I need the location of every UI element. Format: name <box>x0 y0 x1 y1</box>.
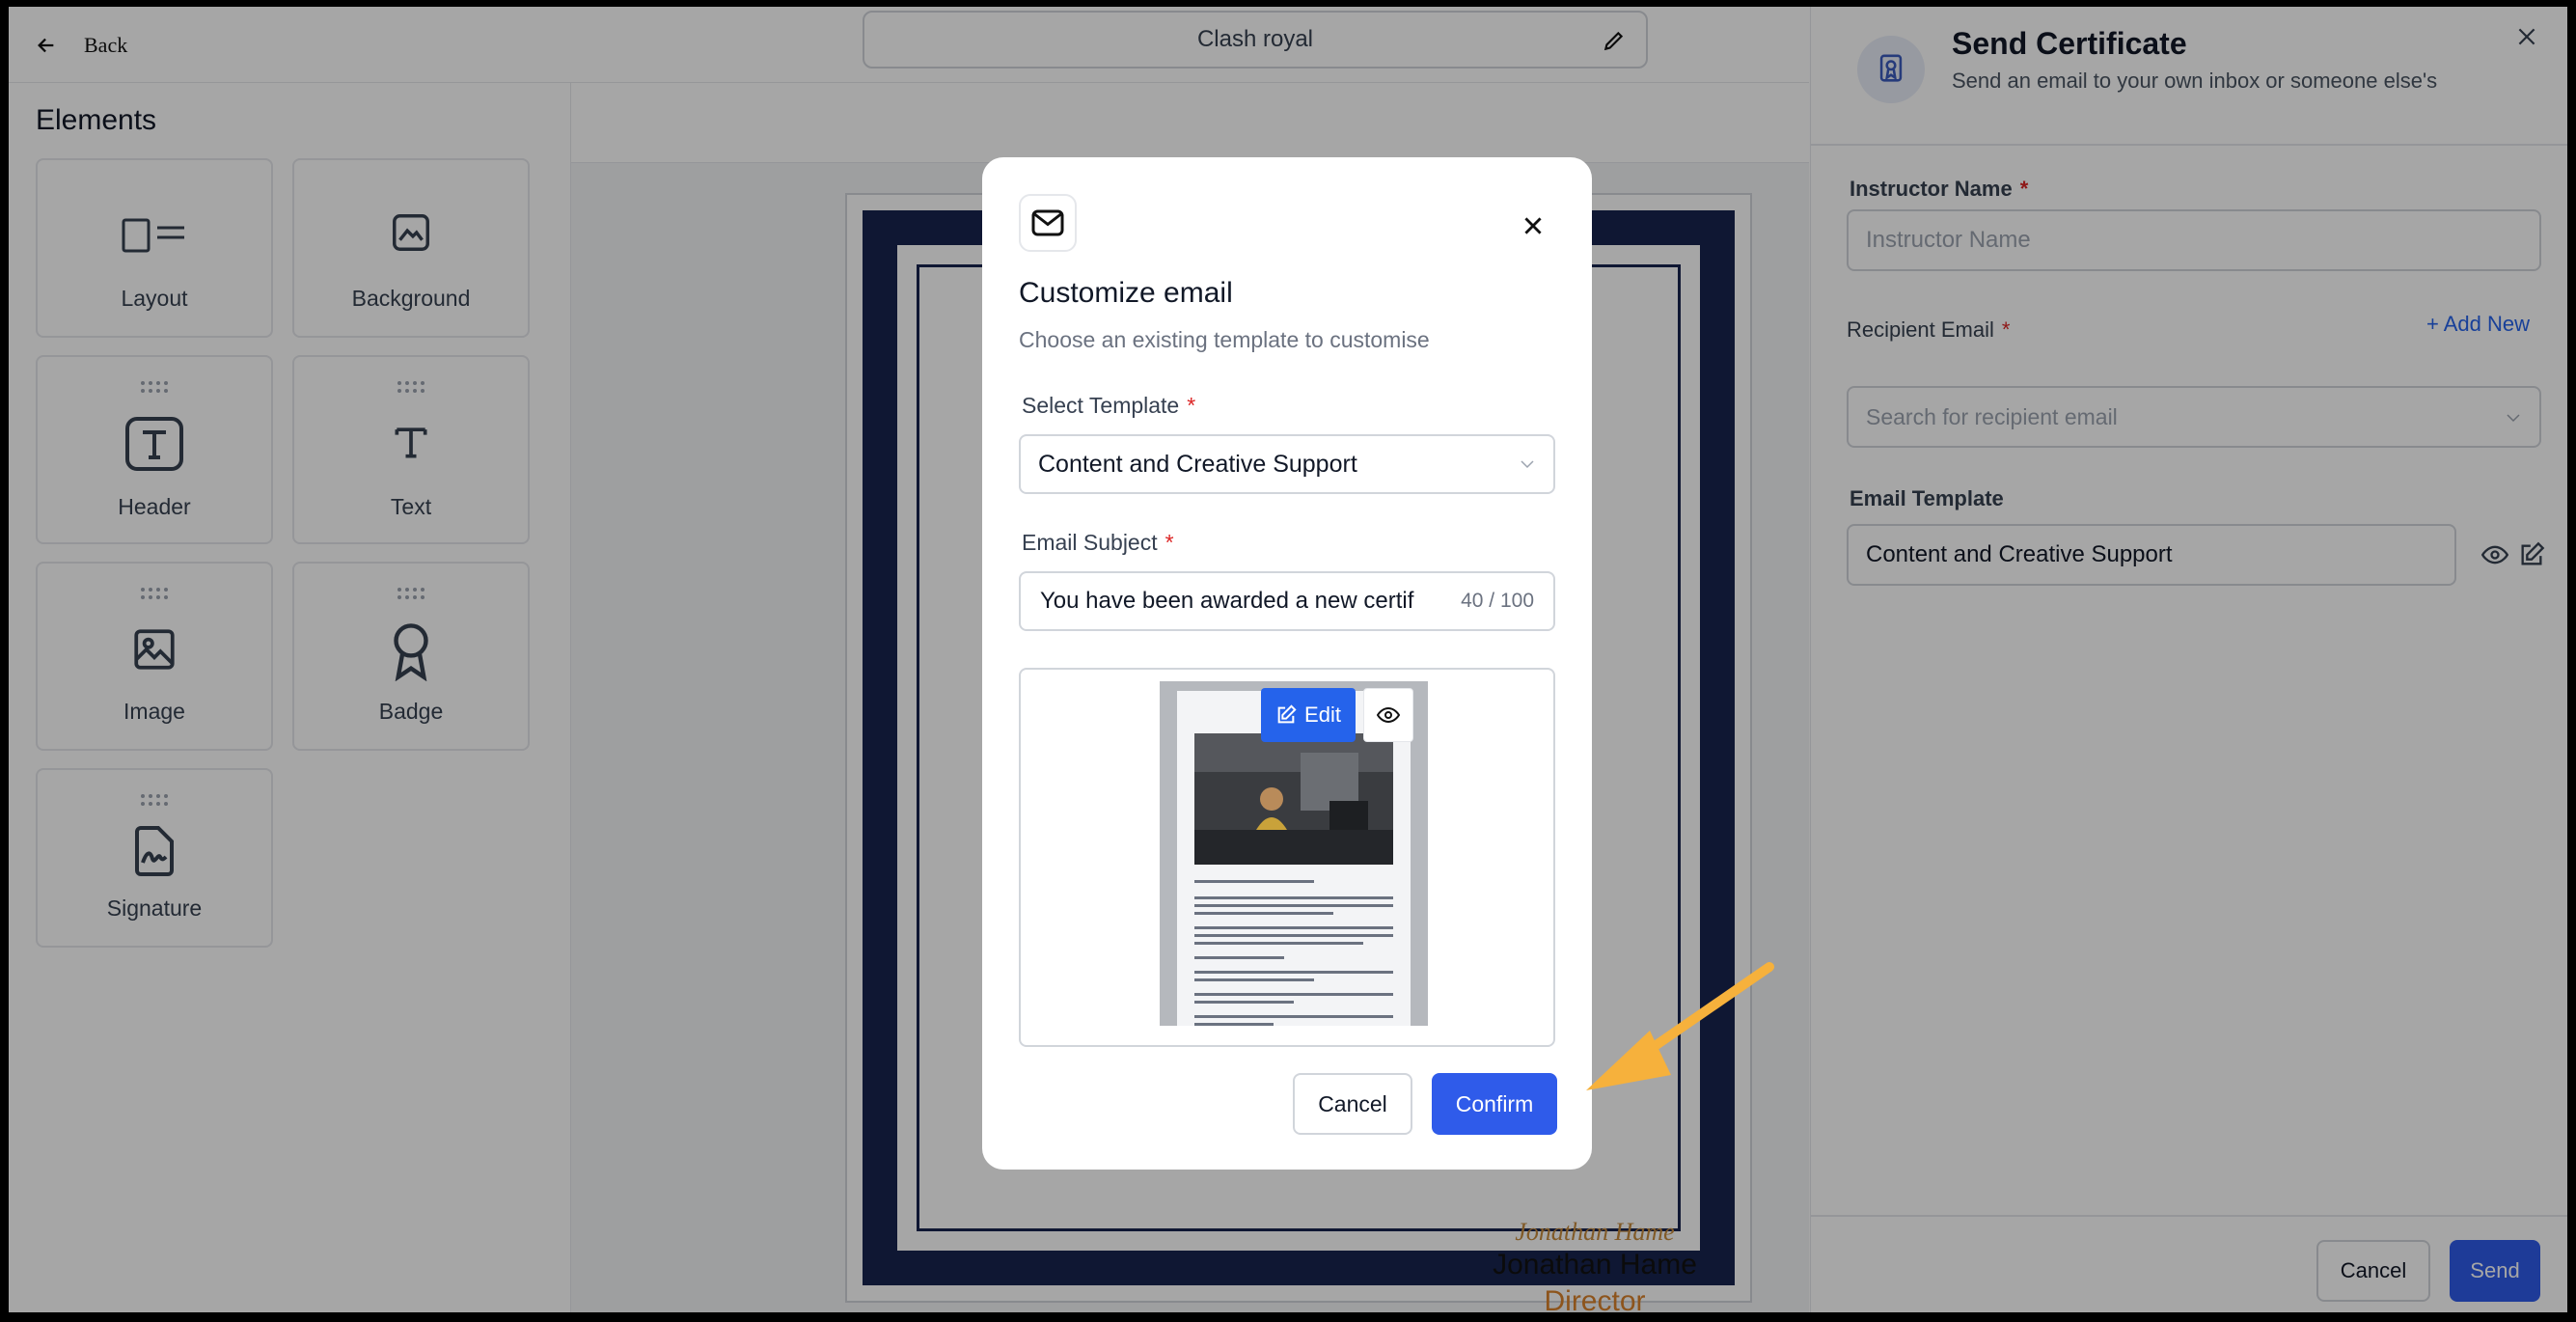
preview-template-button[interactable] <box>1363 688 1413 742</box>
app-frame: Back Clash royal Elements Layout Backgro… <box>9 7 2567 1312</box>
eye-icon <box>1377 706 1400 724</box>
mail-icon <box>1031 209 1064 236</box>
modal-close-icon[interactable] <box>1521 213 1546 238</box>
customize-email-modal: Customize email Choose an existing templ… <box>982 157 1592 1170</box>
modal-subtitle: Choose an existing template to customise <box>1019 327 1430 352</box>
modal-title: Customize email <box>1019 277 1233 309</box>
mail-icon-container <box>1019 194 1077 252</box>
edit-icon <box>1277 704 1297 724</box>
annotation-arrow-icon <box>1586 962 1774 1090</box>
email-preview-box: Edit <box>1019 668 1555 1047</box>
chevron-down-icon <box>1521 460 1534 469</box>
select-template-dropdown[interactable]: Content and Creative Support <box>1019 434 1555 494</box>
email-template-thumbnail[interactable]: Edit <box>1160 681 1428 1026</box>
email-subject-input[interactable]: You have been awarded a new certif 40 / … <box>1019 571 1555 631</box>
subject-char-counter: 40 / 100 <box>1461 590 1534 612</box>
confirm-button[interactable]: Confirm <box>1432 1073 1557 1135</box>
select-template-label: Select Template * <box>1022 393 1196 418</box>
modal-cancel-button[interactable]: Cancel <box>1293 1073 1412 1135</box>
thumbnail-photo <box>1194 733 1393 865</box>
email-subject-label: Email Subject * <box>1022 530 1174 555</box>
thumbnail-text-lines <box>1194 880 1393 1031</box>
email-subject-value: You have been awarded a new certif <box>1040 588 1414 614</box>
edit-template-button[interactable]: Edit <box>1261 688 1356 742</box>
